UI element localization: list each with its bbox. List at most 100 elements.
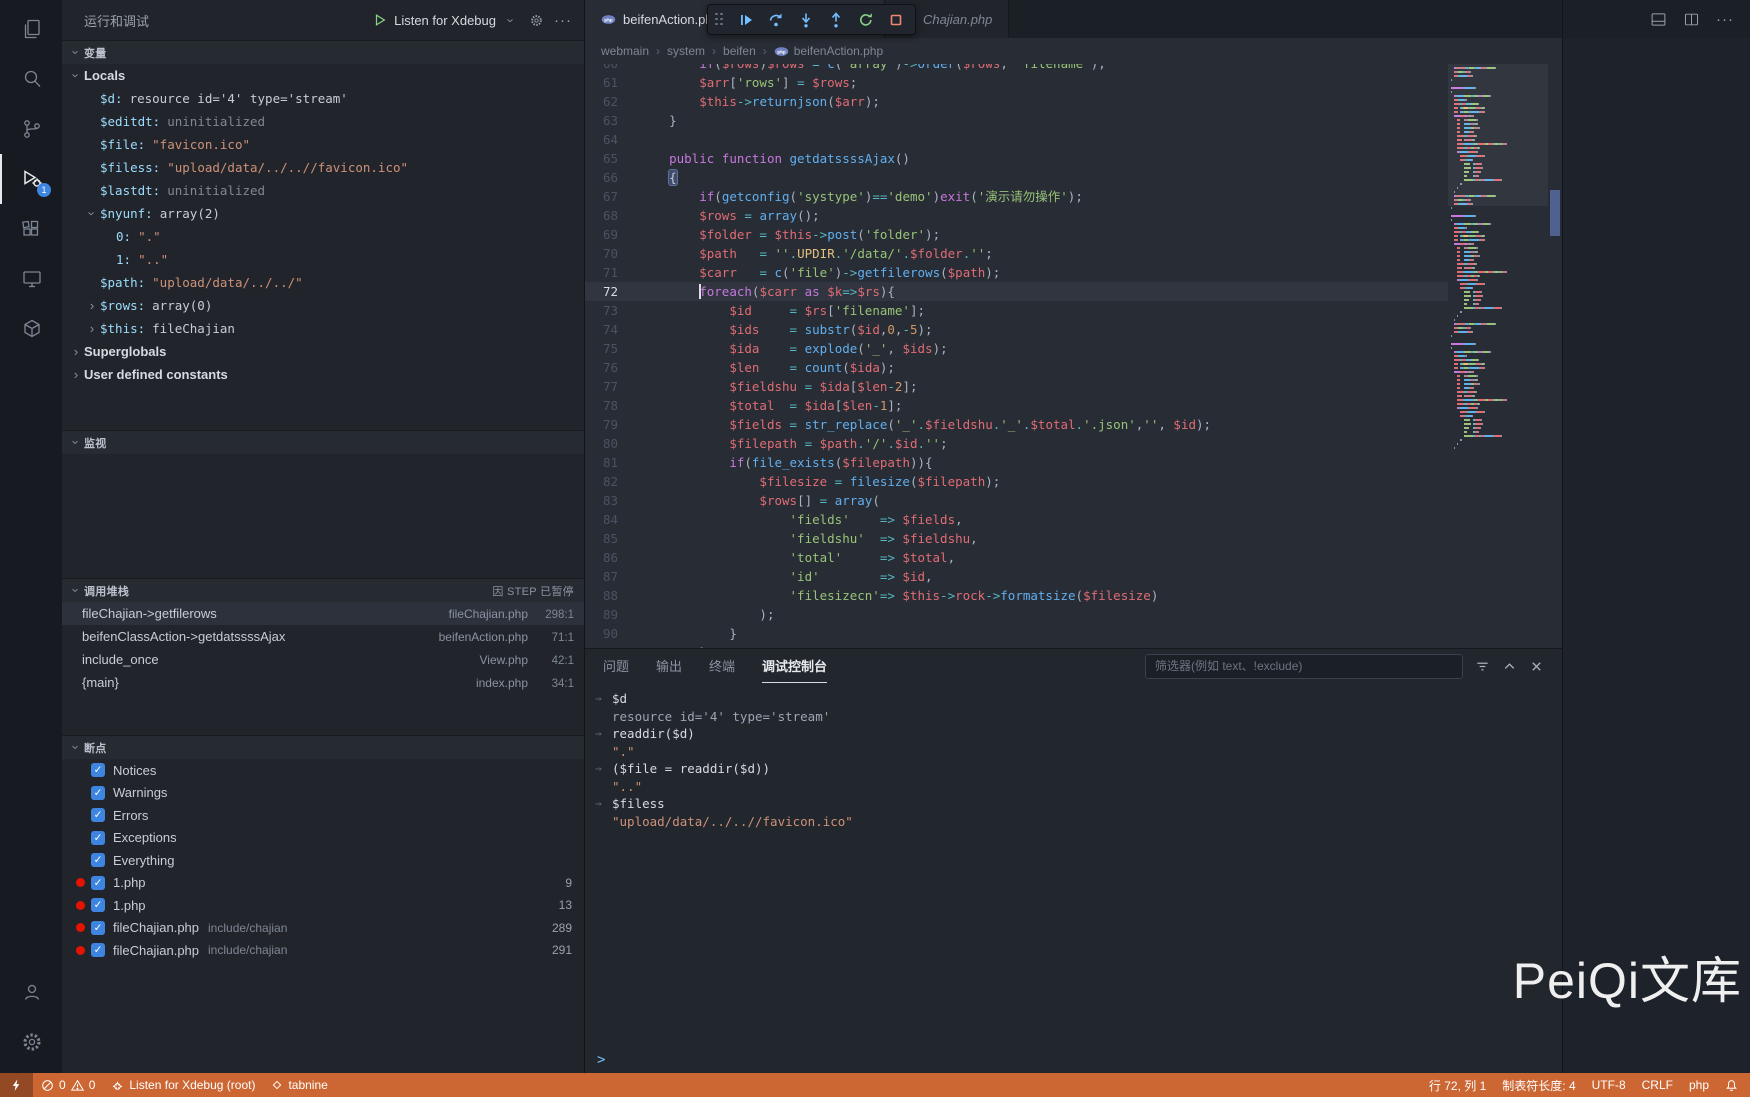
breakpoint-row[interactable]: ✓fileChajian.phpinclude/chajian291 [62, 939, 584, 962]
code-line[interactable]: 70 $path = ''.UPDIR.'/data/'.$folder.''; [585, 244, 1448, 263]
source-control-icon[interactable] [0, 104, 62, 154]
variable-row[interactable]: ›$editdt:uninitialized [62, 110, 584, 133]
breadcrumb-item[interactable]: phpbeifenAction.php [774, 44, 883, 59]
line-number[interactable]: 81 [585, 453, 639, 472]
line-number[interactable]: 91 [585, 643, 639, 648]
checkbox-checked-icon[interactable]: ✓ [91, 831, 105, 845]
code-line[interactable]: 68 $rows = array(); [585, 206, 1448, 225]
toolbar-drag-handle-icon[interactable] [715, 13, 723, 27]
line-number[interactable]: 67 [585, 187, 639, 206]
remote-indicator[interactable] [0, 1073, 33, 1097]
line-number[interactable]: 88 [585, 586, 639, 605]
code-line[interactable]: 60 if($rows)$rows = c('array')->order($r… [585, 64, 1448, 73]
breadcrumb-item[interactable]: system [667, 44, 705, 58]
panel-tab-item[interactable]: 输出 [656, 649, 682, 683]
breadcrumb-item[interactable]: beifen [723, 44, 756, 58]
panel-tab-active[interactable]: 调试控制台 [762, 649, 827, 683]
variable-row[interactable]: ›$rows:array(0) [62, 294, 584, 317]
line-number[interactable]: 75 [585, 339, 639, 358]
filter-icon[interactable] [1475, 659, 1490, 674]
line-number[interactable]: 68 [585, 206, 639, 225]
chevron-right-icon[interactable]: › [84, 321, 100, 336]
code-line[interactable]: 82 $filesize = filesize($filepath); [585, 472, 1448, 491]
notifications-bell[interactable] [1717, 1073, 1746, 1097]
variable-row[interactable]: ›$file:"favicon.ico" [62, 133, 584, 156]
code-line[interactable]: 67 if(getconfig('systype')=='demo')exit(… [585, 187, 1448, 206]
code-line[interactable]: 71 $carr = c('file')->getfilerows($path)… [585, 263, 1448, 282]
line-number[interactable]: 86 [585, 548, 639, 567]
tabnine-status[interactable]: tabnine [263, 1073, 335, 1097]
breakpoint-toggle-row[interactable]: ✓Exceptions [62, 827, 584, 850]
code-line[interactable]: 65 public function getdatssssAjax() [585, 149, 1448, 168]
line-number[interactable]: 90 [585, 624, 639, 643]
breakpoint-row[interactable]: ✓1.php9 [62, 872, 584, 895]
language-mode[interactable]: php [1681, 1073, 1717, 1097]
tab-size-indicator[interactable]: 制表符长度: 4 [1494, 1073, 1583, 1097]
line-number[interactable]: 70 [585, 244, 639, 263]
line-number[interactable]: 65 [585, 149, 639, 168]
code-line[interactable]: 63 } [585, 111, 1448, 130]
checkbox-checked-icon[interactable]: ✓ [91, 808, 105, 822]
code-lines[interactable]: 60 if($rows)$rows = c('array')->order($r… [585, 64, 1448, 648]
minimap[interactable] [1448, 64, 1548, 648]
accounts-icon[interactable] [0, 967, 62, 1017]
panel-tab-item[interactable]: 问题 [603, 649, 629, 683]
line-number[interactable]: 77 [585, 377, 639, 396]
line-number[interactable]: 87 [585, 567, 639, 586]
variables-scope-row[interactable]: ›Locals [62, 64, 584, 87]
extensions-icon[interactable] [0, 204, 62, 254]
stop-button[interactable] [882, 7, 909, 33]
close-panel-icon[interactable] [1529, 659, 1544, 674]
line-number[interactable]: 61 [585, 73, 639, 92]
line-number[interactable]: 74 [585, 320, 639, 339]
code-line[interactable]: 66 { [585, 168, 1448, 187]
code-line[interactable]: 86 'total' => $total, [585, 548, 1448, 567]
panel-layout-icon[interactable] [1650, 11, 1667, 28]
search-icon[interactable] [0, 54, 62, 104]
checkbox-checked-icon[interactable]: ✓ [91, 898, 105, 912]
code-line[interactable]: 78 $total = $ida[$len-1]; [585, 396, 1448, 415]
chevron-right-icon[interactable]: › [68, 367, 84, 382]
step-into-button[interactable] [792, 7, 819, 33]
scrollbar-thumb[interactable] [1550, 190, 1560, 236]
code-line[interactable]: 91 } [585, 643, 1448, 648]
code-line[interactable]: 69 $folder = $this->post('folder'); [585, 225, 1448, 244]
variable-row[interactable]: ›$path:"upload/data/../../" [62, 271, 584, 294]
checkbox-checked-icon[interactable]: ✓ [91, 943, 105, 957]
variable-row[interactable]: ›0:"." [62, 225, 584, 248]
debug-console-input[interactable]: > [585, 1047, 1562, 1073]
launch-config-label[interactable]: Listen for Xdebug [394, 13, 496, 28]
line-number[interactable]: 69 [585, 225, 639, 244]
checkbox-checked-icon[interactable]: ✓ [91, 853, 105, 867]
line-number[interactable]: 76 [585, 358, 639, 377]
maximize-panel-icon[interactable] [1502, 659, 1517, 674]
code-line[interactable]: 73 $id = $rs['filename']; [585, 301, 1448, 320]
code-line[interactable]: 83 $rows[] = array( [585, 491, 1448, 510]
step-out-button[interactable] [822, 7, 849, 33]
launch-config-dropdown[interactable]: Listen for Xdebug › [373, 13, 519, 28]
variables-scope-row[interactable]: ›Superglobals [62, 340, 584, 363]
run-and-debug-icon[interactable]: 1 [0, 154, 62, 204]
panel-tab-item[interactable]: 终端 [709, 649, 735, 683]
variable-row[interactable]: ›1:".." [62, 248, 584, 271]
restart-button[interactable] [852, 7, 879, 33]
code-line[interactable]: 88 'filesizecn'=> $this->rock->formatsiz… [585, 586, 1448, 605]
call-stack-frame[interactable]: include_onceView.php42:1 [62, 648, 584, 671]
checkbox-checked-icon[interactable]: ✓ [91, 763, 105, 777]
code-line[interactable]: 62 $this->returnjson($arr); [585, 92, 1448, 111]
line-number[interactable]: 78 [585, 396, 639, 415]
code-line[interactable]: 75 $ida = explode('_', $ids); [585, 339, 1448, 358]
problems-status[interactable]: 0 0 [33, 1073, 103, 1097]
code-line[interactable]: 64 [585, 130, 1448, 149]
checkbox-checked-icon[interactable]: ✓ [91, 786, 105, 800]
line-number[interactable]: 71 [585, 263, 639, 282]
editor-scrollbar[interactable] [1548, 64, 1562, 648]
line-number[interactable]: 82 [585, 472, 639, 491]
variable-row[interactable]: ›$d:resource id='4' type='stream' [62, 87, 584, 110]
call-stack-frame[interactable]: beifenClassAction->getdatssssAjaxbeifenA… [62, 625, 584, 648]
breakpoint-row[interactable]: ✓fileChajian.phpinclude/chajian289 [62, 917, 584, 940]
line-number[interactable]: 80 [585, 434, 639, 453]
continue-button[interactable] [732, 7, 759, 33]
breakpoint-toggle-row[interactable]: ✓Warnings [62, 782, 584, 805]
call-stack-frame[interactable]: {main}index.php34:1 [62, 671, 584, 694]
